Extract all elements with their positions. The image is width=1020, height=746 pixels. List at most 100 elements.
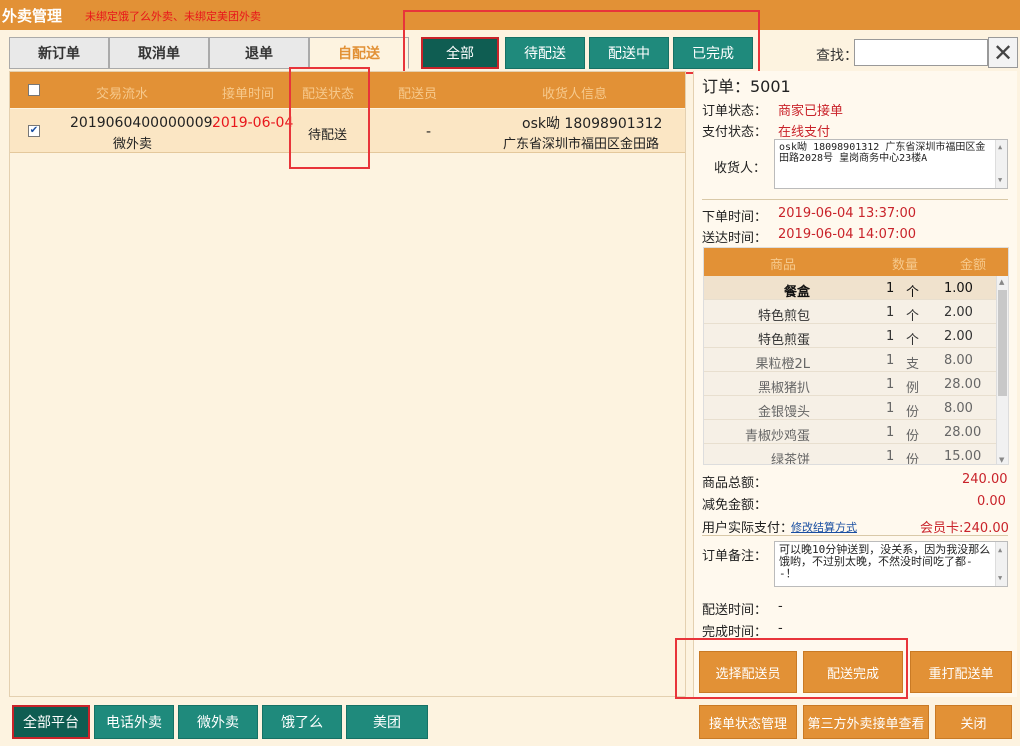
item-qty: 1 (886, 329, 895, 344)
item-qty: 1 (886, 401, 895, 416)
item-amount: 2.00 (944, 329, 973, 344)
item-unit: 份 (906, 405, 920, 420)
item-qty: 1 (886, 353, 895, 368)
filter-pending-button[interactable]: 待配送 (505, 37, 585, 69)
col-status: 配送状态 (302, 87, 355, 102)
item-unit: 个 (906, 285, 920, 300)
item-amount: 8.00 (944, 353, 973, 368)
items-scroll-thumb[interactable] (998, 290, 1007, 396)
arrive-time-value: 2019-06-04 14:07:00 (778, 227, 917, 242)
divider (702, 535, 1008, 536)
choose-courier-button[interactable]: 选择配送员 (699, 651, 797, 693)
item-unit: 份 (906, 453, 920, 465)
item-row[interactable]: 餐盒 1 个 1.00 (704, 276, 998, 300)
note-scrollbar[interactable]: ▲ ▼ (995, 542, 1007, 586)
platform-wei-button[interactable]: 微外卖 (178, 705, 258, 739)
item-unit: 份 (906, 429, 920, 444)
col-serial: 交易流水 (96, 87, 149, 102)
tab-self-delivery[interactable]: 自配送 (309, 37, 409, 69)
divider (702, 199, 1008, 200)
col-time: 接单时间 (222, 87, 275, 102)
item-name: 绿茶饼 (770, 453, 810, 465)
item-name: 餐盒 (783, 285, 810, 300)
receiver-scrollbar[interactable]: ▲ ▼ (995, 140, 1007, 188)
items-scrollbar[interactable]: ▲ ▼ (996, 276, 1008, 464)
platform-meituan-button[interactable]: 美团 (346, 705, 428, 739)
total-value: 240.00 (962, 472, 1008, 487)
search-input[interactable] (854, 39, 988, 66)
item-amount: 8.00 (944, 401, 973, 416)
item-row[interactable]: 金银馒头 1 份 8.00 (704, 396, 998, 420)
item-name: 特色煎蛋 (757, 333, 810, 348)
item-qty: 1 (886, 281, 895, 296)
finish-time-value: - (778, 621, 783, 636)
order-time-value: 2019-06-04 13:37:00 (778, 206, 917, 221)
order-address: 广东省深圳市福田区金田路 (503, 137, 660, 152)
order-serial: 2019060400000009 (70, 115, 213, 131)
order-status-manage-button[interactable]: 接单状态管理 (699, 705, 797, 739)
third-party-orders-button[interactable]: 第三方外卖接单查看 (803, 705, 929, 739)
tab-refund-orders[interactable]: 退单 (209, 37, 309, 69)
note-textarea[interactable]: 可以晚10分钟送到，没关系，因为我没那么饿哟，不过别太晚，不然没时间吃了都- -… (774, 541, 1008, 587)
item-amount: 2.00 (944, 305, 973, 320)
filter-all-button[interactable]: 全部 (421, 37, 499, 69)
order-row[interactable]: ✔ 2019060400000009 微外卖 2019-06-04 待配送 - … (10, 109, 685, 153)
item-row[interactable]: 果粒橙2L 1 支 8.00 (704, 348, 998, 372)
order-status-label: 订单状态： (702, 104, 768, 119)
item-name: 果粒橙2L (755, 357, 810, 372)
order-delivery-status: 待配送 (308, 128, 348, 143)
items-col-amount: 金额 (960, 258, 987, 273)
order-status-value: 商家已接单 (778, 104, 844, 119)
item-qty: 1 (886, 305, 895, 320)
item-unit: 支 (906, 357, 920, 372)
receiver-textarea[interactable]: osk呦 18098901312 广东省深圳市福田区金田路2028号 皇岗商务中… (774, 139, 1008, 189)
order-time: 2019-06-04 (212, 115, 294, 131)
actual-pay-value: 会员卡:240.00 (920, 521, 1009, 536)
item-name: 特色煎包 (757, 309, 810, 324)
platform-all-button[interactable]: 全部平台 (12, 705, 90, 739)
item-row[interactable]: 特色煎蛋 1 个 2.00 (704, 324, 998, 348)
close-button[interactable]: 关闭 (935, 705, 1012, 739)
order-receiver: osk呦 18098901312 (522, 116, 663, 132)
item-row[interactable]: 绿茶饼 1 份 15.00 (704, 444, 998, 465)
app-title: 外卖管理 (2, 7, 63, 25)
filter-delivering-button[interactable]: 配送中 (589, 37, 669, 69)
note-text: 可以晚10分钟送到，没关系，因为我没那么饿哟，不过别太晚，不然没时间吃了都- -… (779, 543, 991, 580)
reprint-delivery-button[interactable]: 重打配送单 (910, 651, 1012, 693)
binding-warning: 未绑定饿了么外卖、未绑定美团外卖 (85, 10, 261, 23)
item-qty: 1 (886, 425, 895, 440)
select-all-checkbox[interactable] (28, 84, 40, 96)
item-amount: 28.00 (944, 377, 982, 392)
order-detail-panel: 订单：5001 订单状态： 商家已接单 支付状态： 在线支付 收货人： osk呦… (693, 71, 1017, 697)
item-row[interactable]: 青椒炒鸡蛋 1 份 28.00 (704, 420, 998, 444)
deliver-time-value: - (778, 599, 783, 614)
order-list-header: 交易流水 接单时间 配送状态 配送员 收货人信息 (10, 72, 685, 108)
item-qty: 1 (886, 449, 895, 464)
clear-search-button[interactable]: ✕ (988, 37, 1018, 68)
discount-value: 0.00 (977, 494, 1006, 509)
items-col-qty: 数量 (892, 258, 919, 273)
delivery-complete-button[interactable]: 配送完成 (803, 651, 903, 693)
pay-status-value: 在线支付 (778, 125, 831, 140)
platform-phone-button[interactable]: 电话外卖 (94, 705, 174, 739)
search-label: 查找： (816, 48, 858, 64)
items-header: 商品 数量 金额 (704, 248, 1008, 276)
item-amount: 28.00 (944, 425, 982, 440)
item-row[interactable]: 黑椒猪扒 1 例 28.00 (704, 372, 998, 396)
item-qty: 1 (886, 377, 895, 392)
order-number: 订单：5001 (702, 77, 791, 96)
col-receiver: 收货人信息 (542, 87, 608, 102)
discount-label: 减免金额： (702, 498, 768, 513)
order-time-label: 下单时间： (702, 210, 768, 225)
tab-cancelled-orders[interactable]: 取消单 (109, 37, 209, 69)
pay-status-label: 支付状态： (702, 125, 768, 140)
tab-new-orders[interactable]: 新订单 (9, 37, 109, 69)
platform-eleme-button[interactable]: 饿了么 (262, 705, 342, 739)
filter-completed-button[interactable]: 已完成 (673, 37, 753, 69)
title-bar: 外卖管理 未绑定饿了么外卖、未绑定美团外卖 (0, 0, 1020, 30)
item-amount: 15.00 (944, 449, 982, 464)
item-row[interactable]: 特色煎包 1 个 2.00 (704, 300, 998, 324)
row-checkbox[interactable]: ✔ (28, 125, 40, 137)
items-col-name: 商品 (770, 258, 797, 273)
modify-settlement-link[interactable]: 修改结算方式 (791, 519, 857, 535)
